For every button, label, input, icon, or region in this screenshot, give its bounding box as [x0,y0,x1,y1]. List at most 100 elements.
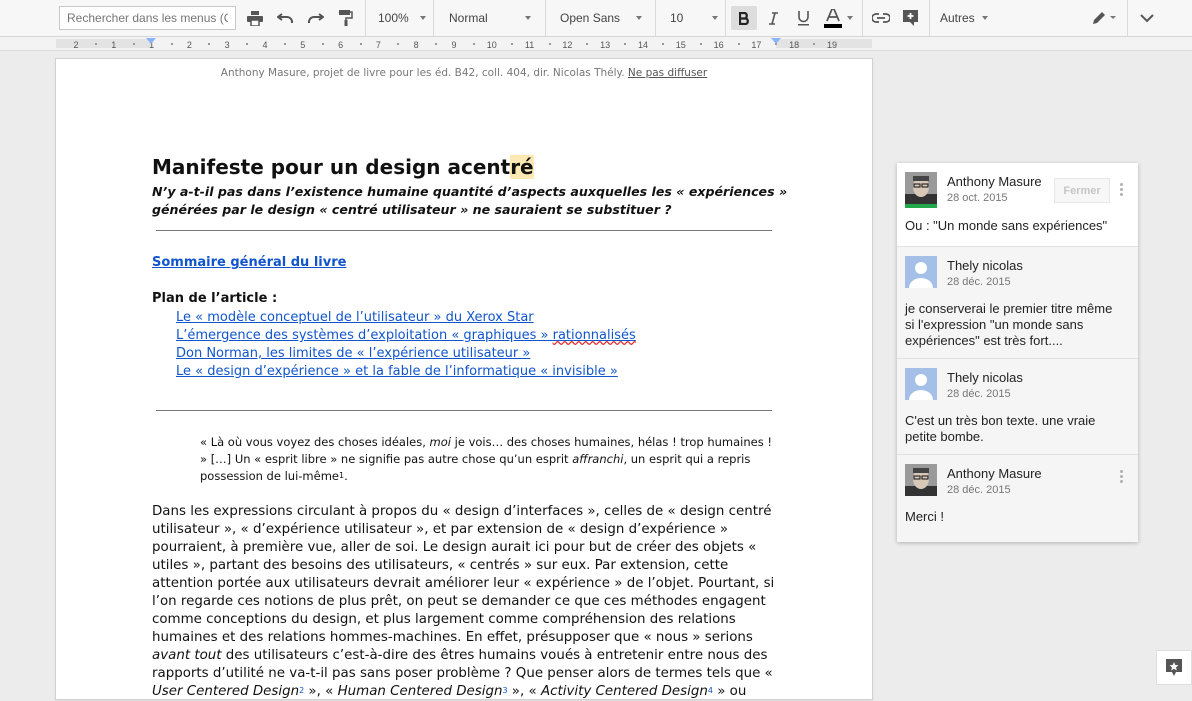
document-title: Manifeste pour un design acentré [152,155,534,179]
footnote-ref[interactable]: 2 [299,686,304,695]
paint-format-icon[interactable] [335,6,357,30]
page-header: Anthony Masure, projet de livre pour les… [56,67,872,79]
ruler-dot [170,43,173,45]
chevron-down-icon [712,16,718,20]
avatar [905,172,937,208]
chevron-down-icon[interactable] [847,16,853,20]
toc-item-os[interactable]: L’émergence des systèmes d’exploitation … [176,328,636,343]
chevron-down-icon [982,16,988,20]
ruler-tick-label: 6 [338,40,344,50]
toc-item-design[interactable]: Le « design d’expérience » et la fable d… [176,364,618,379]
footnote-ref[interactable]: 3 [502,686,507,695]
ruler-tick-label: 13 [600,40,611,50]
ruler-dot [737,43,740,45]
toc-item-xerox[interactable]: Le « modèle conceptuel de l’utilisateur … [176,310,534,325]
ruler-dot [246,43,249,45]
ruler-dot [813,43,816,45]
ruler-dot [283,43,286,45]
bold-icon[interactable] [731,6,757,30]
footnote-ref[interactable]: 1 [339,471,344,480]
font-select[interactable]: Open Sans [560,6,642,30]
left-indent-marker[interactable] [146,38,156,44]
more-menu[interactable]: Autres [940,6,988,30]
style-value: Normal [449,11,488,25]
horizontal-rule [156,230,772,231]
ruler-tick-label: 14 [637,40,649,50]
title-text: Manifeste pour un design acent [152,155,511,179]
ruler-dot [661,43,664,45]
plan-title: Plan de l’article : [152,291,278,306]
undo-icon[interactable] [274,6,296,30]
link-icon[interactable] [870,6,892,30]
more-options-icon[interactable] [1120,183,1123,198]
ruler-tick-label: 12 [562,40,573,50]
explore-icon[interactable] [1156,650,1192,685]
comment-date: 28 déc. 2015 [947,484,1011,496]
epigraph-quote: « Là où vous voyez des choses idéales, m… [200,435,772,483]
document-page[interactable]: Anthony Masure, projet de livre pour les… [56,59,872,699]
comment-author: Thely nicolas [947,370,1023,385]
avatar [905,256,937,288]
comment: Anthony Masure 28 oct. 2015 Fermer Ou : … [897,163,1138,247]
ruler-tick-label: 2 [186,40,192,50]
more-label: Autres [940,11,975,25]
comment-date: 28 oct. 2015 [947,192,1008,204]
table-of-contents: Le « modèle conceptuel de l’utilisateur … [176,309,636,381]
avatar [905,368,937,400]
ruler-dot [586,43,589,45]
comment-thread[interactable]: Anthony Masure 28 oct. 2015 Fermer Ou : … [897,163,1138,542]
resolve-button[interactable]: Fermer [1054,178,1110,203]
ruler-tick-label: 2 [73,40,79,50]
comment-text: je conserverai le premier titre même si … [905,301,1113,348]
ruler-tick-label: 10 [486,40,497,50]
footnote-ref[interactable]: 4 [708,686,713,695]
horizontal-rule [156,410,772,411]
document-subtitle: N’y a-t-il pas dans l’existence humaine … [152,184,788,217]
italic-icon[interactable] [762,6,784,30]
comment-text: C'est un très bon texte. une vraie petit… [905,413,1096,444]
header-no-distribute: Ne pas diffuser [627,67,708,79]
ruler-dot [548,43,551,45]
underline-icon[interactable] [792,6,814,30]
chevron-down-icon [420,16,426,20]
header-text: Anthony Masure, projet de livre pour les… [220,67,625,79]
right-indent-marker[interactable] [771,38,781,44]
redo-icon[interactable] [304,6,326,30]
ruler-tick-label: 17 [751,40,762,50]
ruler-tick-label: 1 [111,40,117,50]
ruler-dot [397,43,400,45]
menu-search-input[interactable] [59,6,236,30]
print-icon[interactable] [244,6,266,30]
ruler-dot [132,43,135,45]
comment-reply: Thely nicolas 28 déc. 2015 je conservera… [897,247,1138,359]
avatar [905,464,937,496]
body-paragraph: Dans les expressions circulant à propos … [152,504,775,699]
font-value: Open Sans [560,11,621,25]
zoom-select[interactable]: 100% [378,6,426,30]
style-select[interactable]: Normal [449,6,531,30]
ruler-dot [510,43,513,45]
chevron-down-icon [636,16,642,20]
toc-link[interactable]: Sommaire général du livre [152,255,346,270]
chevron-down-icon[interactable] [1137,6,1157,30]
comment-author: Anthony Masure [947,174,1042,189]
zoom-value: 100% [378,11,409,25]
toc-item-norman[interactable]: Don Norman, les limites de « l’expérienc… [176,346,530,361]
comment-date: 28 déc. 2015 [947,388,1011,400]
ruler-tick-label: 16 [713,40,724,50]
ruler-dot [359,43,362,45]
comment-date: 28 déc. 2015 [947,276,1011,288]
editing-mode-button[interactable] [1089,6,1119,30]
text-color-icon[interactable] [821,6,845,30]
comment-text: Ou : "Un monde sans expériences" [905,218,1108,233]
ruler-dot [699,43,702,45]
ruler[interactable]: 2 1 1 2 3 4 5 6 7 8 9 10 11 12 13 14 15 16 17 18 19 [0,37,1192,51]
add-comment-icon[interactable] [899,6,921,30]
font-size-select[interactable]: 10 [670,6,718,30]
more-options-icon[interactable] [1120,470,1123,485]
ruler-dot [435,43,438,45]
ruler-tick-label: 9 [451,40,457,50]
commented-text-highlight[interactable]: ré [510,155,534,179]
ruler-dot [472,43,475,45]
ruler-dot [321,43,324,45]
